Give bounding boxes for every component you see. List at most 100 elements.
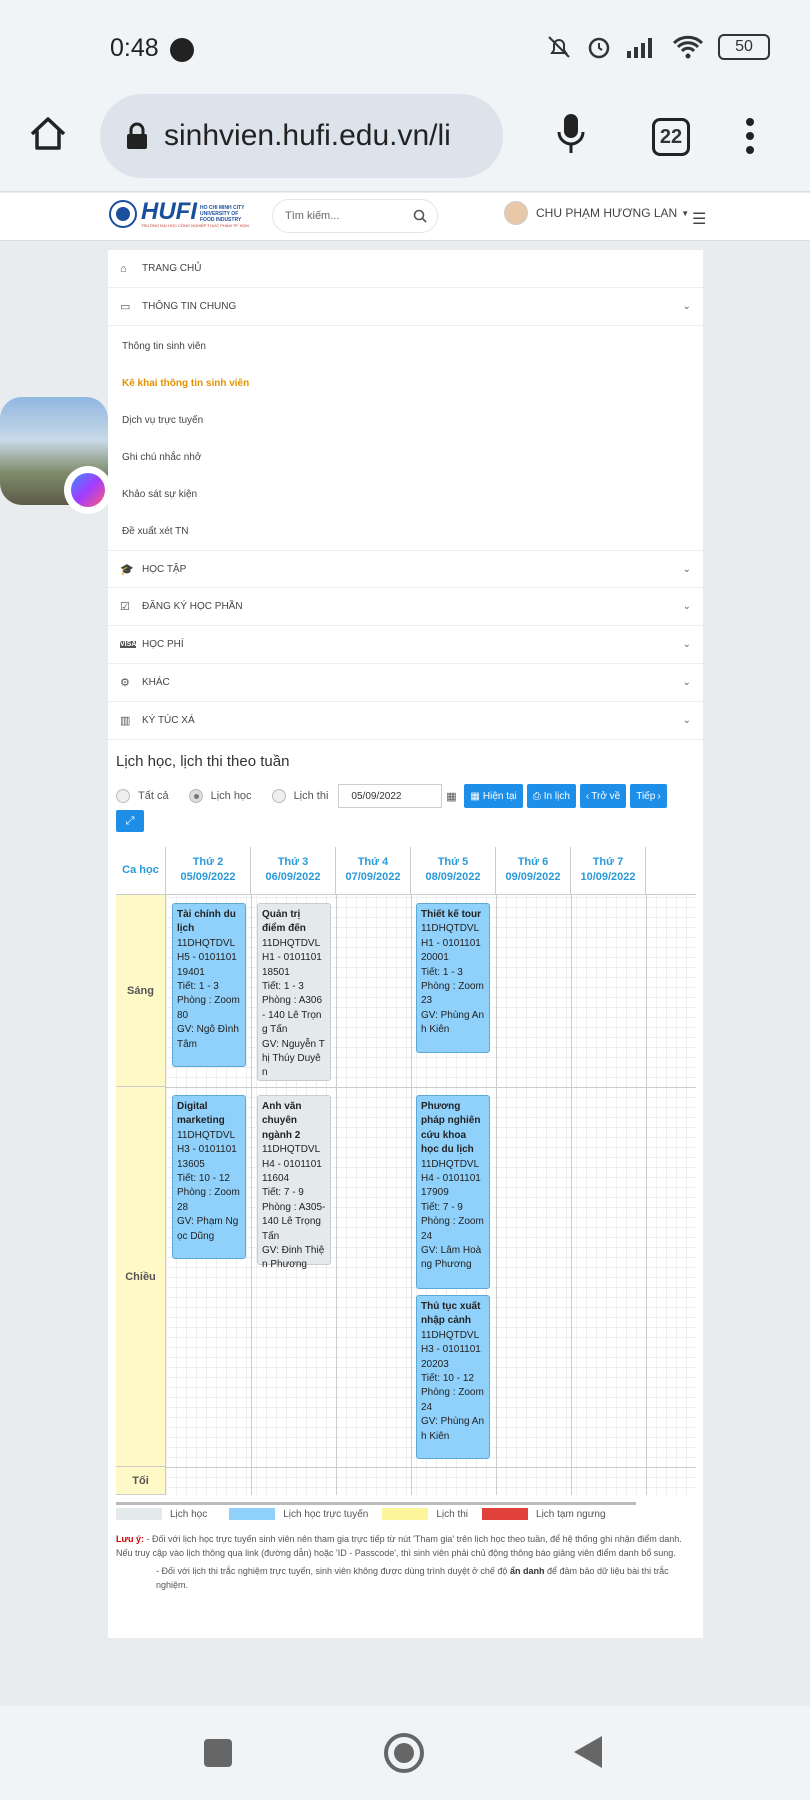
menu-home-label: TRANG CHỦ [142, 263, 202, 274]
radio-all[interactable] [116, 789, 130, 803]
grid-divider [336, 895, 337, 1495]
sidebar-item-online-services[interactable]: Dịch vụ trực tuyến [108, 402, 703, 439]
user-name: CHU PHẠM HƯƠNG LAN [536, 206, 678, 220]
class-name: Thủ tục xuất nhập cảnh [421, 1301, 481, 1327]
sidebar-item-graduation[interactable]: Đề xuất xét TN [108, 513, 703, 550]
class-code: 11DHQTDVLH1 - 010110118501 [262, 937, 322, 978]
address-bar[interactable]: sinhvien.hufi.edu.vn/li [100, 94, 503, 178]
note-1-text: - Đối với lịch học trực tuyến sinh viên … [116, 1534, 682, 1558]
schedule-controls: Tất cả Lịch học Lịch thi 05/09/2022 ▦ ▦ H… [116, 784, 667, 808]
note-2-b: ẩn danh [509, 1566, 545, 1576]
class-period: Tiết: 7 - 9 [421, 1201, 463, 1213]
hamburger-menu-icon[interactable]: ☰ [692, 209, 706, 229]
legend-exam: Lịch thi [436, 1508, 469, 1520]
class-room: Phòng : Zoom28 [177, 1187, 240, 1213]
menu-study[interactable]: 🎓 HỌC TẬP ⌄ [108, 550, 703, 588]
class-card[interactable]: Quản trị điểm đến 11DHQTDVLH1 - 01011011… [257, 903, 331, 1081]
site-header: HUFI HO CHI MINH CITY UNIVERSITY OF FOOD… [0, 193, 810, 241]
url-text: sinhvien.hufi.edu.vn/li [164, 119, 451, 152]
sidebar-item-survey[interactable]: Khảo sát sự kiện [108, 476, 703, 513]
class-period: Tiết: 10 - 12 [177, 1173, 230, 1185]
header-day-wed: Thứ 4 07/09/2022 [336, 847, 411, 895]
note-1: Lưu ý: - Đối với lịch học trực tuyến sin… [116, 1532, 696, 1560]
search-input[interactable]: Tìm kiếm... [272, 199, 438, 233]
class-card[interactable]: Phương pháp nghiên cứu khoa học du lịch … [416, 1095, 490, 1289]
print-button[interactable]: ⎙ In lịch [526, 784, 576, 808]
menu-register[interactable]: ☑ ĐĂNG KÝ HỌC PHẦN ⌄ [108, 588, 703, 626]
day-name: Thứ 3 [277, 856, 309, 868]
header-session: Ca học [116, 847, 166, 895]
sidebar-item-reminders[interactable]: Ghi chú nhắc nhở [108, 439, 703, 476]
current-week-button[interactable]: ▦ Hiện tại [464, 784, 523, 808]
class-name: Quản trị điểm đến [262, 909, 306, 935]
menu-dorm[interactable]: ▥ KÝ TÚC XÁ ⌄ [108, 702, 703, 740]
legend: Lịch học Lịch học trực tuyến Lịch thi Lị… [116, 1508, 606, 1520]
status-bar: 0:48 50 [0, 0, 810, 86]
search-icon[interactable] [413, 209, 427, 223]
session-evening: Tối [116, 1467, 166, 1495]
class-code: 11DHQTDVLH1 - 010110120001 [421, 923, 481, 964]
date-input[interactable]: 05/09/2022 [338, 784, 443, 808]
next-button[interactable]: Tiếp › [630, 784, 667, 808]
chevron-down-icon: ⌄ [682, 677, 691, 688]
radio-exam[interactable] [271, 789, 286, 803]
radio-exam-label: Lịch thi [293, 790, 329, 802]
alarm-icon [588, 37, 610, 59]
class-room: Phòng : A306 - 140 Lê Trọng Tấn [262, 995, 323, 1036]
radio-study[interactable] [188, 789, 203, 803]
chevron-left-icon: ‹ [585, 790, 590, 802]
class-card[interactable]: Digital marketing 11DHQTDVLH3 - 01011011… [172, 1095, 246, 1259]
menu-general-label: THÔNG TIN CHUNG [142, 301, 237, 312]
class-teacher: GV: Phạm Ngọc Dũng [177, 1216, 239, 1242]
gear-icon: ⚙ [120, 677, 130, 689]
menu-fee[interactable]: VISA HỌC PHÍ ⌄ [108, 626, 703, 664]
calendar-icon[interactable]: ▦ [442, 784, 460, 808]
class-code: 11DHQTDVLH5 - 010110119401 [177, 937, 237, 978]
grid-divider [166, 1087, 696, 1088]
status-time: 0:48 [110, 34, 159, 62]
user-menu[interactable]: CHU PHẠM HƯƠNG LAN ▼ [504, 201, 689, 225]
class-code: 11DHQTDVLH3 - 010110113605 [177, 1129, 237, 1170]
legend-online: Lịch học trực tuyến [283, 1508, 369, 1520]
more-menu-icon[interactable] [744, 116, 756, 156]
messenger-badge-icon [64, 466, 112, 514]
home-button-icon[interactable] [383, 1732, 425, 1774]
main-panel: ⌂ TRANG CHỦ ▭ THÔNG TIN CHUNG ⌄ Thông tin s… [108, 250, 703, 1638]
day-date: 09/09/2022 [505, 871, 561, 883]
day-name: Thứ 4 [357, 856, 389, 868]
expand-button[interactable]: ⤢ [116, 810, 144, 832]
grid-divider [251, 895, 252, 1495]
class-card[interactable]: Thiết kế tour 11DHQTDVLH1 - 010110120001… [416, 903, 490, 1053]
back-label: Trở về [591, 790, 621, 802]
class-card[interactable]: Anh văn chuyên ngành 2 11DHQTDVLH4 - 010… [257, 1095, 331, 1270]
session-evening-label: Tối [132, 1474, 149, 1487]
sidebar-item-declare-info[interactable]: Kê khai thông tin sinh viên [108, 365, 703, 402]
menu-register-label: ĐĂNG KÝ HỌC PHẦN [142, 601, 243, 612]
home-icon[interactable] [28, 114, 68, 154]
class-period: Tiết: 10 - 12 [421, 1373, 474, 1385]
hufi-logo[interactable]: HUFI HO CHI MINH CITY UNIVERSITY OF FOOD… [108, 199, 249, 229]
class-code: 11DHQTDVLH4 - 010110111604 [262, 1144, 322, 1185]
microphone-icon[interactable] [556, 112, 586, 156]
recents-icon[interactable] [203, 1738, 233, 1768]
class-code: 11DHQTDVLH4 - 010110117909 [421, 1158, 481, 1199]
class-code: 11DHQTDVLH3 - 010110120203 [421, 1329, 481, 1370]
next-label: Tiếp [636, 790, 656, 802]
menu-other-label: KHÁC [142, 677, 170, 688]
class-room: Phòng : Zoom80 [177, 995, 240, 1021]
sidebar-item-student-info[interactable]: Thông tin sinh viên [108, 328, 703, 365]
signal-icon [627, 38, 652, 58]
menu-home[interactable]: ⌂ TRANG CHỦ [108, 250, 703, 288]
current-week-label: Hiện tại [482, 790, 517, 802]
menu-other[interactable]: ⚙ KHÁC ⌄ [108, 664, 703, 702]
menu-general[interactable]: ▭ THÔNG TIN CHUNG ⌄ [108, 288, 703, 326]
scrollbar[interactable] [116, 1502, 636, 1505]
back-button[interactable]: ‹ Trở về [579, 784, 627, 808]
class-card[interactable]: Thủ tục xuất nhập cảnh 11DHQTDVLH3 - 010… [416, 1295, 490, 1459]
class-card[interactable]: Tài chính du lịch 11DHQTDVLH5 - 01011011… [172, 903, 246, 1067]
class-teacher: GV: Ngô Đình Tâm [177, 1024, 239, 1050]
tab-switcher-button[interactable]: 22 [652, 118, 690, 156]
back-triangle-icon[interactable] [572, 1734, 604, 1770]
grid-divider [166, 1467, 696, 1468]
weekly-schedule-table: Ca học Thứ 2 05/09/2022 Thứ 3 06/09/2022 T… [116, 847, 696, 1495]
